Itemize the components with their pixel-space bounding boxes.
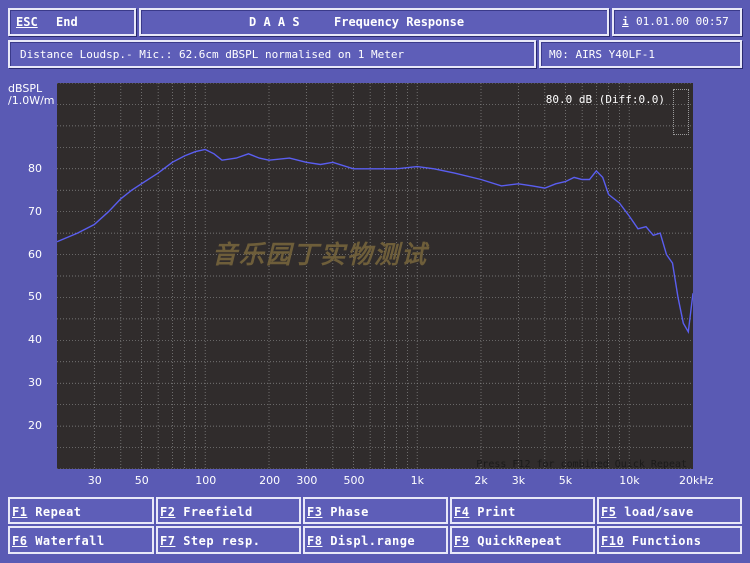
x-tick-label: 300 [296,474,318,487]
y-tick-label: 40 [28,333,42,347]
x-tick-label: 30 [87,474,102,487]
daas-label: D A A S [249,15,300,29]
x-tick-label: 10k [619,474,640,487]
measurement-description: Distance Loudsp.- Mic.: 62.6cm dBSPL nor… [20,48,405,61]
x-tick-label: 100 [195,474,217,487]
y-tick-label: 50 [28,290,42,304]
info-datetime-box[interactable]: i 01.01.00 00:57 [612,8,742,36]
f5-load-save-button[interactable]: F5 load/save [597,497,742,524]
footer-note: Press F12 for combined Quick Repeat [476,459,687,470]
y-tick-label: 80 [28,161,42,175]
x-tick-label: 5k [558,474,573,487]
reference-readout: 80.0 dB (Diff:0.0) [545,93,665,106]
f10-label: Functions [631,534,702,548]
datetime-label: 01.01.00 00:57 [636,15,729,28]
x-tick-label: 2k [474,474,488,487]
y-tick-label: 20 [28,419,42,433]
x-tick-label: 200 [259,474,281,487]
f8-label: Displ.range [330,534,416,548]
esc-end-button[interactable]: ESC End [8,8,136,36]
x-tick-label: 3k [511,474,526,487]
memory-slot-label: M0: AIRS Y40LF-1 [549,48,655,61]
f3-phase-button[interactable]: F3 Phase [303,497,448,524]
plot-area: 80.0 dB (Diff:0.0) 音乐园丁实物测试 Press F12 fo… [57,83,693,470]
f4-print-button[interactable]: F4 Print [450,497,595,524]
f6-label: Waterfall [35,534,105,548]
esc-key-label: ESC [16,15,38,29]
plot-svg [57,83,693,469]
y-tick-label: 70 [28,204,42,218]
f1-repeat-button[interactable]: F1 Repeat [8,497,154,524]
f3-label: Phase [330,505,369,519]
x-tick-label: 20kHz [679,474,714,487]
f2-freefield-button[interactable]: F2 Freefield [156,497,301,524]
x-tick-label: 500 [343,474,365,487]
end-label: End [56,15,78,29]
info-key-label: i [622,15,629,28]
vertical-scale-indicator [673,89,689,135]
f4-label: Print [477,505,516,519]
f2-label: Freefield [183,505,253,519]
title-bar: D A A S Frequency Response [139,8,609,36]
memory-slot-box[interactable]: M0: AIRS Y40LF-1 [539,40,742,68]
f7-step-resp-button[interactable]: F7 Step resp. [156,526,301,554]
f9-quickrepeat-button[interactable]: F9 QuickRepeat [450,526,595,554]
f9-label: QuickRepeat [477,534,563,548]
page-title: Frequency Response [334,15,465,29]
f8-displ-range-button[interactable]: F8 Displ.range [303,526,448,554]
y-tick-label: 30 [28,376,42,390]
x-tick-label: 1k [410,474,424,487]
y-tick-label: 60 [28,247,42,261]
measurement-info-bar: Distance Loudsp.- Mic.: 62.6cm dBSPL nor… [8,40,536,68]
y-axis-title: dBSPL /1.0W/m [8,82,55,107]
f10-functions-button[interactable]: F10 Functions [597,526,742,554]
f1-label: Repeat [35,505,82,519]
f7-label: Step resp. [183,534,261,548]
f5-label: load/save [624,505,694,519]
f6-waterfall-button[interactable]: F6 Waterfall [8,526,154,554]
watermark: 音乐园丁实物测试 [212,240,429,269]
x-tick-label: 50 [134,474,149,487]
